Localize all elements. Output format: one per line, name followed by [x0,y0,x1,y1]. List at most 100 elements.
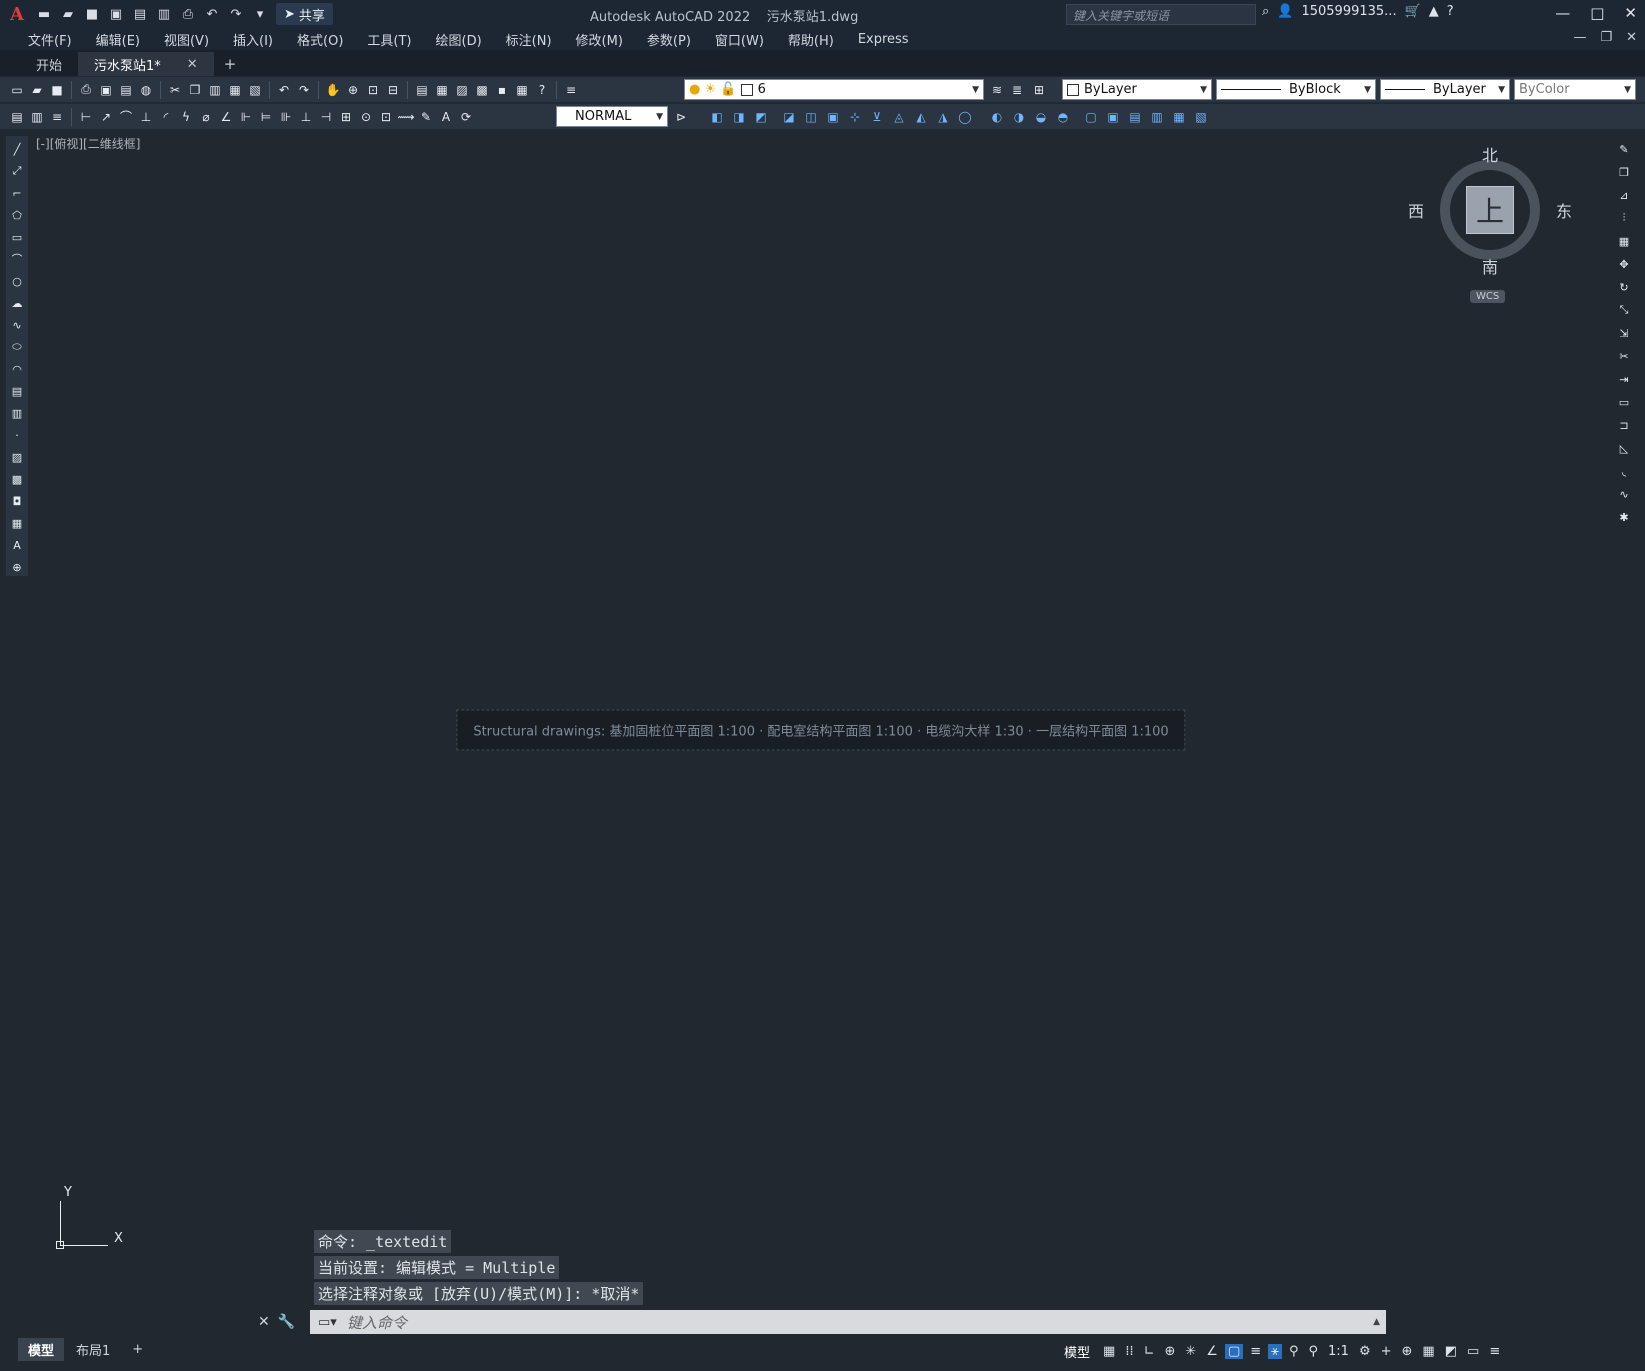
close-command-line-icon[interactable]: ✕ [258,1314,270,1330]
save-icon[interactable]: ■ [48,81,66,99]
annotation-visibility-icon[interactable]: ⚲ [1286,1344,1302,1359]
chamfer-icon[interactable]: ◺ [1615,439,1633,457]
hatch-icon[interactable]: ▨ [8,448,26,466]
new-file-icon[interactable]: ▬ [34,4,54,24]
ucs-3point-icon[interactable]: ◬ [890,108,908,126]
menu-tools[interactable]: 工具(T) [355,30,423,49]
tab-drawing[interactable]: 污水泵站1* ✕ [78,52,214,76]
erase-icon[interactable]: ✎ [1615,140,1633,158]
zoom-window-icon[interactable]: ⊡ [364,81,382,99]
ucs-face-icon[interactable]: ◪ [780,108,798,126]
wireframe-icon[interactable]: ◒ [1032,108,1050,126]
viewcube-top-face[interactable]: 上 [1466,186,1514,234]
gradient-icon[interactable]: ▩ [8,470,26,488]
chevron-up-icon[interactable]: ▲ [1373,1317,1380,1327]
menu-help[interactable]: 帮助(H) [776,30,846,49]
arc-length-icon[interactable]: ⌒ [117,108,135,126]
tab-layout1[interactable]: 布局1 [66,1338,120,1361]
menu-format[interactable]: 格式(O) [285,30,355,49]
design-center-icon[interactable]: ▦ [433,81,451,99]
ucs-world-icon[interactable]: ◨ [730,108,748,126]
publish-icon[interactable]: ▤ [130,4,150,24]
radius-dim-icon[interactable]: ◜ [157,108,175,126]
customize-qat-icon[interactable]: ▾ [250,4,270,24]
make-block-icon[interactable]: ▥ [8,404,26,422]
drawing-canvas[interactable]: [-][俯视][二维线框] Structural drawings: 基加固桩位… [32,131,1610,1329]
user-name[interactable]: 1505999135... [1301,4,1396,19]
ucs-origin-icon[interactable]: ⊹ [846,108,864,126]
minimize-button[interactable]: — [1555,4,1570,22]
close-tab-icon[interactable]: ✕ [187,57,198,72]
ucs-y-icon[interactable]: ◮ [934,108,952,126]
menu-draw[interactable]: 绘图(D) [424,30,494,49]
open-icon[interactable]: ▰ [28,81,46,99]
ucs-z-icon[interactable]: ◯ [956,108,974,126]
new-tab-button[interactable]: + [214,52,247,76]
model-space-toggle[interactable]: 模型 [1064,1342,1090,1361]
zoom-previous-icon[interactable]: ⊟ [384,81,402,99]
layer-dropdown[interactable]: ● ☀ 🔓 6 ▼ [684,79,984,100]
preview-icon[interactable]: ▣ [97,81,115,99]
scale-icon[interactable]: ⤡ [1615,301,1633,319]
move-icon[interactable]: ✥ [1615,255,1633,273]
cut-icon[interactable]: ✂ [166,81,184,99]
ucs-icon[interactable]: ◧ [708,108,726,126]
line-icon[interactable]: ╱ [8,140,26,158]
view-back-icon[interactable]: ▦ [1170,108,1188,126]
view-top-icon[interactable]: ▣ [1104,108,1122,126]
revcloud-icon[interactable]: ☁ [8,294,26,312]
export-icon[interactable]: ▥ [154,4,174,24]
annotation-scale[interactable]: 1:1 [1325,1344,1352,1359]
camera-icon[interactable]: ▧ [1192,108,1210,126]
compass-west[interactable]: 西 [1408,198,1424,222]
linetype-dropdown[interactable]: ByBlock ▼ [1216,79,1376,100]
plotstyle-dropdown[interactable]: ByColor ▼ [1514,79,1636,100]
autocad-logo-icon[interactable]: A [0,0,34,28]
rotate-icon[interactable]: ↻ [1615,278,1633,296]
blend-icon[interactable]: ∿ [1615,485,1633,503]
polar-icon[interactable]: ⊕ [1161,1344,1178,1359]
pan-icon[interactable]: ✋ [324,81,342,99]
quick-dim-icon[interactable]: ⊩ [237,108,255,126]
region-icon[interactable]: ◘ [8,492,26,510]
save-icon[interactable]: ■ [82,4,102,24]
hidden-icon[interactable]: ◓ [1054,108,1072,126]
copy-object-icon[interactable]: ❐ [1615,163,1633,181]
spline-icon[interactable]: ∿ [8,316,26,334]
ellipse-icon[interactable]: ⬭ [8,338,26,356]
dim-edit-icon[interactable]: ✎ [417,108,435,126]
isodraft-icon[interactable]: ✳ [1182,1344,1199,1359]
layer-walk-icon[interactable]: ≡ [48,108,66,126]
dim-space-icon[interactable]: ⊥ [297,108,315,126]
osnap-tracking-icon[interactable]: ∠ [1203,1344,1221,1359]
lineweight-icon[interactable]: ≡ [1247,1344,1264,1359]
color-dropdown[interactable]: ByLayer ▼ [1062,79,1212,100]
add-selected-icon[interactable]: ⊕ [8,558,26,576]
customization-icon[interactable]: ≡ [1486,1344,1503,1359]
inspection-icon[interactable]: ⊡ [377,108,395,126]
search-input[interactable]: 键入关键字或短语 [1066,4,1256,25]
wcs-menu[interactable]: WCS [1470,290,1506,303]
arc-icon[interactable]: ⌒ [8,250,26,268]
close-button[interactable]: ✕ [1624,4,1637,22]
redo-icon[interactable]: ↷ [226,4,246,24]
polygon-icon[interactable]: ⬠ [8,206,26,224]
calculator-icon[interactable]: ▦ [513,81,531,99]
tool-palettes-icon[interactable]: ▨ [453,81,471,99]
workspace-gear-icon[interactable]: ⚙ [1356,1344,1374,1359]
open-file-icon[interactable]: ▰ [58,4,78,24]
continue-dim-icon[interactable]: ⊪ [277,108,295,126]
draworder-icon[interactable]: ▤ [8,108,26,126]
lineweight-dropdown[interactable]: ByLayer ▼ [1380,79,1510,100]
share-button[interactable]: ➤ 共享 [276,3,333,25]
ellipse-arc-icon[interactable]: ◠ [8,360,26,378]
units-icon[interactable]: ⊕ [1399,1344,1416,1359]
undo-icon[interactable]: ↶ [275,81,293,99]
maximize-button[interactable]: □ [1590,4,1604,22]
annotation-monitor-icon[interactable]: + [1378,1344,1395,1359]
doc-close-icon[interactable]: ✕ [1626,30,1637,45]
ucs-zaxis-icon[interactable]: ⊻ [868,108,886,126]
insert-block-icon[interactable]: ▤ [8,382,26,400]
3d-dwf-icon[interactable]: ◍ [137,81,155,99]
jogged-dim-icon[interactable]: ϟ [177,108,195,126]
